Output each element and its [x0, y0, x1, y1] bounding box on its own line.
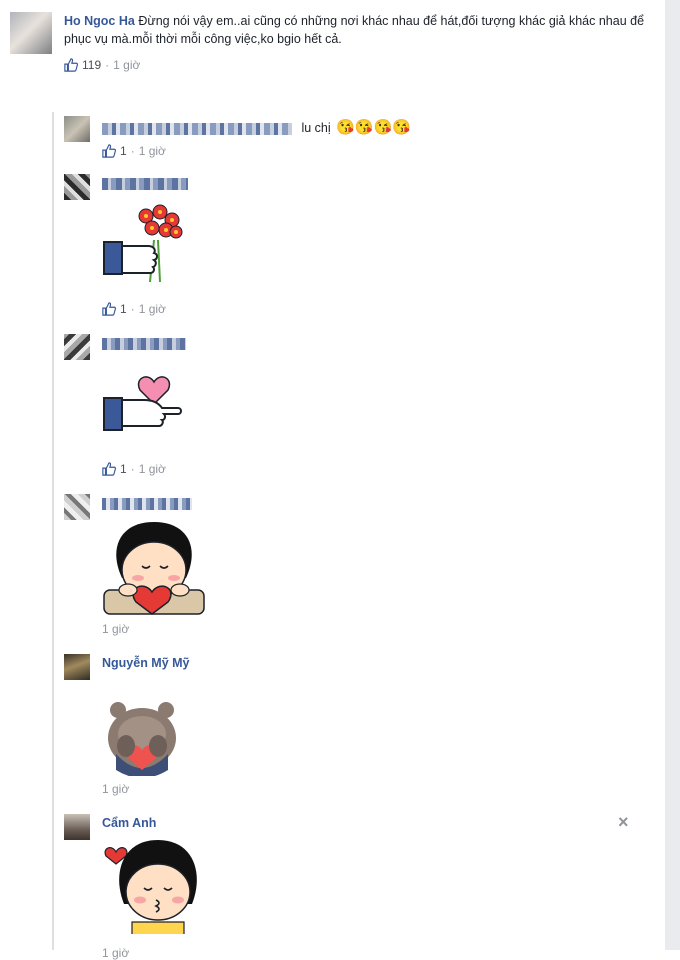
- comment-body: Ho Ngoc Ha Đừng nói vậy em..ai cũng có n…: [64, 12, 649, 48]
- reply-body: [102, 176, 188, 190]
- comment-meta: 119 · 1 giờ: [64, 58, 140, 72]
- close-icon[interactable]: ×: [618, 812, 629, 833]
- reply-thread: lu chị 😘😘😘😘 1 · 1 giờ 1 · 1 giờ 1 · 1 gi…: [52, 112, 654, 960]
- like-hand-flowers-sticker: [103, 204, 183, 283]
- avatar[interactable]: [10, 12, 52, 54]
- blurred-author-name[interactable]: [102, 337, 186, 350]
- reply-body: Nguyễn Mỹ Mỹ: [102, 656, 190, 670]
- avatar[interactable]: [64, 174, 90, 200]
- comment-text: Đừng nói vậy em..ai cũng có những nơi kh…: [64, 14, 645, 46]
- thumbs-up-icon[interactable]: [102, 302, 116, 316]
- reply-time[interactable]: 1 giờ: [102, 622, 129, 636]
- like-count[interactable]: 1: [120, 144, 127, 158]
- comment-author[interactable]: Ho Ngoc Ha: [64, 14, 135, 28]
- reply-meta: 1 giờ: [102, 782, 129, 796]
- reply-body: lu chị 😘😘😘😘: [102, 118, 411, 136]
- reply-meta: 1 giờ: [102, 622, 129, 636]
- reply-time[interactable]: 1 giờ: [102, 782, 129, 796]
- emoji-kiss-icon: 😘: [373, 119, 393, 136]
- girl-kissing-sticker: [104, 840, 197, 934]
- reply-author[interactable]: Cẩm Anh: [102, 816, 156, 830]
- reply-meta: 1 · 1 giờ: [102, 462, 166, 476]
- like-count[interactable]: 1: [120, 302, 127, 316]
- blurred-author-name[interactable]: [102, 177, 188, 190]
- reply-meta: 1 · 1 giờ: [102, 302, 166, 316]
- meta-separator: ·: [130, 144, 135, 158]
- avatar[interactable]: [64, 814, 90, 840]
- avatar[interactable]: [64, 116, 90, 142]
- reply-time[interactable]: 1 giờ: [102, 946, 129, 960]
- reply-body: [102, 496, 192, 510]
- reply-author[interactable]: Nguyễn Mỹ Mỹ: [102, 656, 190, 670]
- blurred-author-name[interactable]: [102, 497, 192, 510]
- reply-time[interactable]: 1 giờ: [139, 462, 166, 476]
- avatar[interactable]: [64, 494, 90, 520]
- meta-separator: ·: [105, 58, 110, 72]
- reply-body: Cẩm Anh: [102, 816, 156, 830]
- like-count[interactable]: 119: [82, 58, 101, 72]
- reply-meta: 1 giờ: [102, 946, 129, 960]
- thumbs-up-icon[interactable]: [102, 144, 116, 158]
- reply-text: lu chị: [301, 121, 331, 135]
- blurred-author-name[interactable]: [102, 122, 292, 135]
- bear-holding-heart-sticker: [108, 702, 176, 776]
- thumbs-up-icon[interactable]: [64, 58, 78, 72]
- thumbs-up-icon[interactable]: [102, 462, 116, 476]
- avatar[interactable]: [64, 654, 90, 680]
- like-hand-heart-sticker: [103, 376, 182, 431]
- page-side-rail: [665, 0, 680, 950]
- emoji-kiss-icon: 😘: [392, 119, 411, 136]
- emoji-kiss-icon: 😘: [354, 119, 374, 136]
- avatar[interactable]: [64, 334, 90, 360]
- comment-section: Ho Ngoc Ha Đừng nói vậy em..ai cũng có n…: [0, 0, 665, 960]
- emoji-kiss-icon: 😘: [336, 119, 355, 136]
- reply-meta: 1 · 1 giờ: [102, 144, 166, 158]
- girl-holding-heart-sticker: [103, 522, 205, 615]
- reply-time[interactable]: 1 giờ: [139, 302, 166, 316]
- meta-separator: ·: [130, 462, 135, 476]
- meta-separator: ·: [130, 302, 135, 316]
- comment-time[interactable]: 1 giờ: [113, 58, 140, 72]
- like-count[interactable]: 1: [120, 462, 127, 476]
- reply-body: [102, 336, 186, 350]
- reply-time[interactable]: 1 giờ: [139, 144, 166, 158]
